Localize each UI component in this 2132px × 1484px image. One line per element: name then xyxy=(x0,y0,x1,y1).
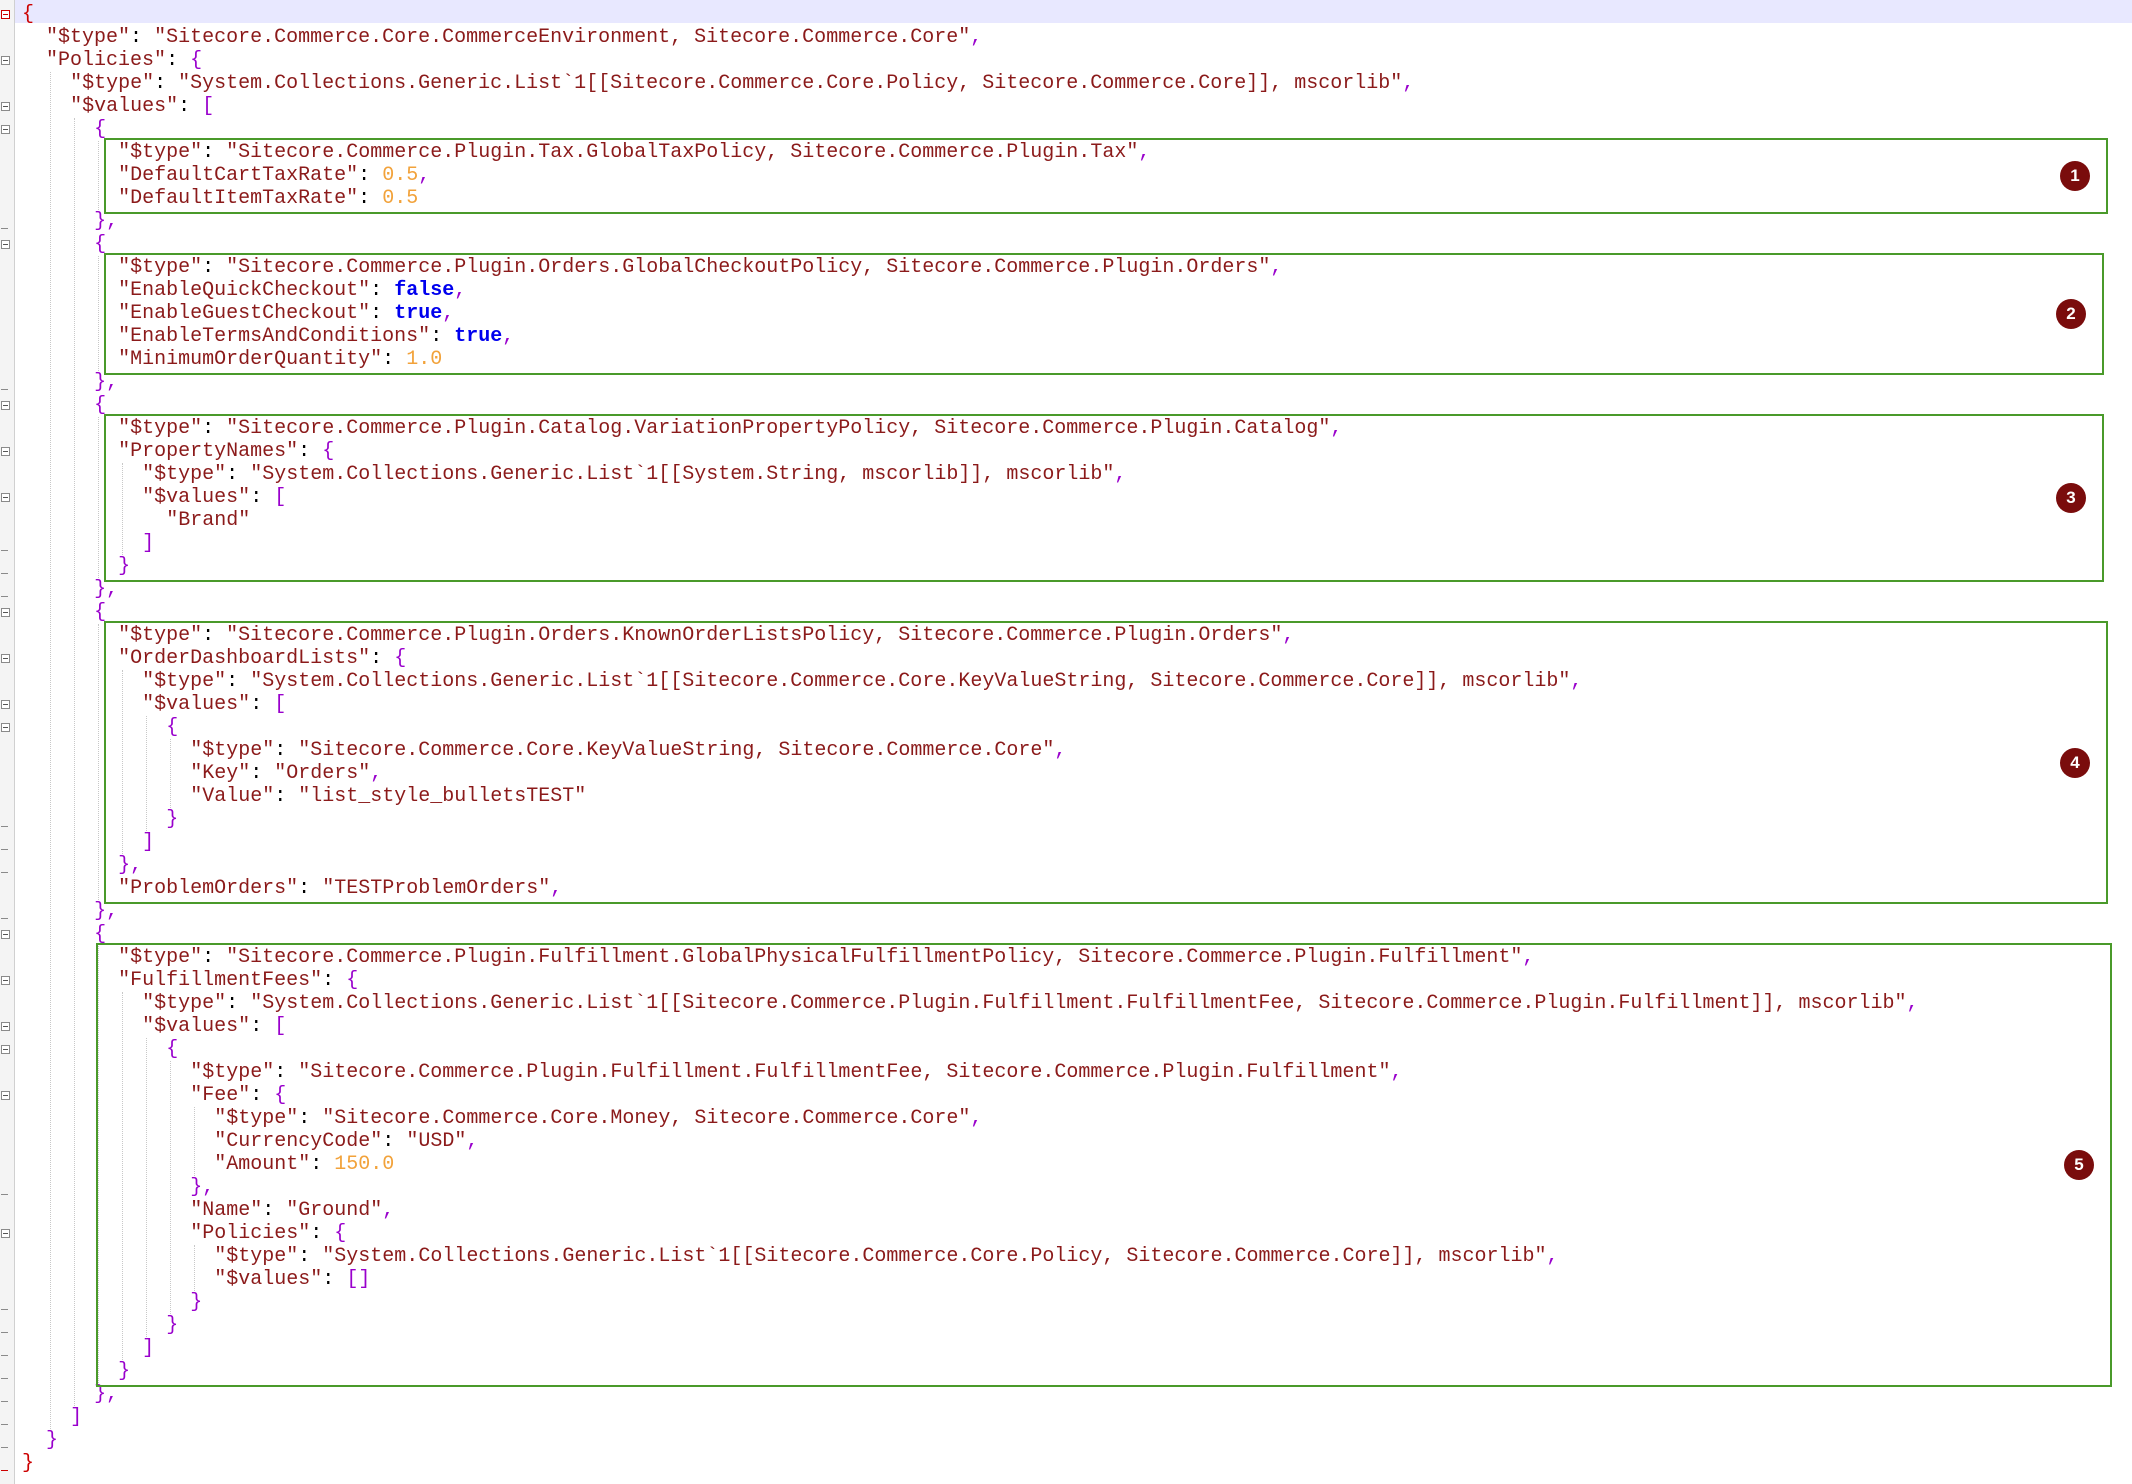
fold-toggle-icon[interactable] xyxy=(1,1022,10,1031)
fold-toggle-icon[interactable] xyxy=(1,493,10,502)
fold-toggle-icon[interactable] xyxy=(1,125,10,134)
fold-end-marker xyxy=(1,1194,8,1195)
fold-toggle-icon[interactable] xyxy=(1,723,10,732)
fold-toggle-icon[interactable] xyxy=(1,1229,10,1238)
code-line[interactable]: ] xyxy=(22,1406,82,1429)
code-line[interactable]: { xyxy=(22,118,106,141)
code-line[interactable]: { xyxy=(22,3,34,26)
indent-guide xyxy=(50,72,51,1429)
fold-end-marker xyxy=(1,1401,8,1402)
annotation-number-badge: 3 xyxy=(2056,483,2086,513)
code-line[interactable]: "$type": "System.Collections.Generic.Lis… xyxy=(22,72,1414,95)
fold-toggle-icon[interactable] xyxy=(1,930,10,939)
indent-guide xyxy=(98,141,99,210)
annotation-number-badge: 5 xyxy=(2064,1150,2094,1180)
fold-end-marker xyxy=(1,918,8,919)
code-line[interactable]: } xyxy=(22,1429,58,1452)
code-line[interactable]: } xyxy=(22,1452,34,1475)
fold-end-marker xyxy=(1,826,8,827)
indent-guide xyxy=(98,256,99,371)
annotation-number-badge: 4 xyxy=(2060,747,2090,778)
fold-end-marker xyxy=(1,849,8,850)
code-line[interactable]: { xyxy=(22,233,106,256)
code-line[interactable]: "Policies": { xyxy=(22,49,202,72)
annotation-number-badge: 1 xyxy=(2060,161,2090,191)
fold-toggle-icon[interactable] xyxy=(1,1045,10,1054)
fold-end-marker xyxy=(1,596,8,597)
fold-toggle-icon[interactable] xyxy=(1,102,10,111)
fold-end-marker xyxy=(1,389,8,390)
fold-toggle-icon[interactable] xyxy=(1,1091,10,1100)
fold-toggle-icon[interactable] xyxy=(1,240,10,249)
annotation-box-5 xyxy=(96,943,2112,1387)
fold-toggle-icon[interactable] xyxy=(1,447,10,456)
fold-end-marker xyxy=(1,1332,8,1333)
indent-guide xyxy=(98,624,99,900)
fold-end-marker xyxy=(1,1355,8,1356)
fold-toggle-icon[interactable] xyxy=(1,401,10,410)
fold-toggle-icon[interactable] xyxy=(1,10,10,19)
fold-end-marker xyxy=(1,1378,8,1379)
current-line-highlight xyxy=(15,0,2132,23)
fold-end-marker xyxy=(1,550,8,551)
indent-guide xyxy=(74,118,75,1406)
fold-end-marker xyxy=(1,1470,8,1471)
fold-end-marker xyxy=(1,1309,8,1310)
json-editor[interactable]: { "$type": "Sitecore.Commerce.Core.Comme… xyxy=(0,0,2132,1484)
fold-end-marker xyxy=(1,228,8,229)
fold-end-marker xyxy=(1,573,8,574)
fold-end-marker xyxy=(1,1447,8,1448)
fold-gutter[interactable] xyxy=(0,0,15,1484)
fold-toggle-icon[interactable] xyxy=(1,976,10,985)
fold-toggle-icon[interactable] xyxy=(1,608,10,617)
fold-end-marker xyxy=(1,872,8,873)
annotation-number-badge: 2 xyxy=(2056,299,2086,329)
annotation-box-3 xyxy=(104,414,2104,582)
annotation-box-2 xyxy=(104,253,2104,375)
fold-toggle-icon[interactable] xyxy=(1,700,10,709)
annotation-box-1 xyxy=(104,138,2108,214)
code-line[interactable]: { xyxy=(22,601,106,624)
fold-end-marker xyxy=(1,1424,8,1425)
code-line[interactable]: { xyxy=(22,923,106,946)
annotation-box-4 xyxy=(104,621,2108,904)
code-line[interactable]: { xyxy=(22,394,106,417)
indent-guide xyxy=(98,417,99,578)
fold-toggle-icon[interactable] xyxy=(1,654,10,663)
code-line[interactable]: "$type": "Sitecore.Commerce.Core.Commerc… xyxy=(22,26,982,49)
fold-toggle-icon[interactable] xyxy=(1,56,10,65)
